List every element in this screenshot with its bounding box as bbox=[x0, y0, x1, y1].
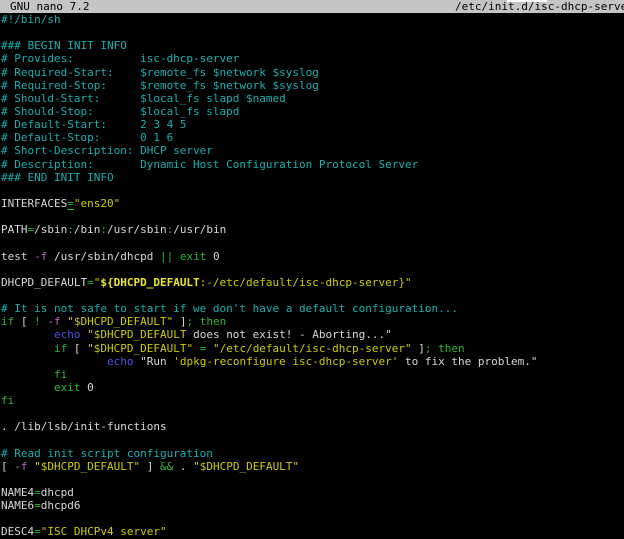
code-line bbox=[1, 473, 624, 486]
code-line: DESC4="ISC DHCPv4 server" bbox=[1, 525, 624, 538]
code-line: [ -f "$DHCPD_DEFAULT" ] && . "$DHCPD_DEF… bbox=[1, 460, 624, 473]
code-line bbox=[1, 26, 624, 39]
code-line: test -f /usr/sbin/dhcpd || exit 0 bbox=[1, 250, 624, 263]
nano-app-title: GNU nano 7.2 bbox=[10, 0, 89, 13]
code-line: fi bbox=[1, 368, 624, 381]
code-line: if [ ! -f "$DHCPD_DEFAULT" ]; then bbox=[1, 315, 624, 328]
code-line: . /lib/lsb/init-functions bbox=[1, 420, 624, 433]
code-line: # Read init script configuration bbox=[1, 447, 624, 460]
code-line: # Required-Stop: $remote_fs $network $sy… bbox=[1, 79, 624, 92]
code-line: echo "$DHCPD_DEFAULT does not exist! - A… bbox=[1, 328, 624, 341]
code-line: if [ "$DHCPD_DEFAULT" = "/etc/default/is… bbox=[1, 342, 624, 355]
code-line bbox=[1, 210, 624, 223]
code-line: exit 0 bbox=[1, 381, 624, 394]
code-line: # Default-Start: 2 3 4 5 bbox=[1, 118, 624, 131]
nano-titlebar: GNU nano 7.2 /etc/init.d/isc-dhcp-server bbox=[0, 0, 624, 13]
code-line: NAME6=dhcpd6 bbox=[1, 499, 624, 512]
window-edge-highlight bbox=[507, 0, 547, 2]
code-line: DHCPD_DEFAULT="${DHCPD_DEFAULT:-/etc/def… bbox=[1, 276, 624, 289]
code-line: # Should-Stop: $local_fs slapd bbox=[1, 105, 624, 118]
code-line: ### END INIT INFO bbox=[1, 171, 624, 184]
editor-text-area[interactable]: #!/bin/sh ### BEGIN INIT INFO# Provides:… bbox=[1, 13, 624, 539]
code-line: NAME4=dhcpd bbox=[1, 486, 624, 499]
code-line: INTERFACES="ens20" bbox=[1, 197, 624, 210]
code-line: # Description: Dynamic Host Configuratio… bbox=[1, 158, 624, 171]
code-line: #!/bin/sh bbox=[1, 13, 624, 26]
code-line: # Provides: isc-dhcp-server bbox=[1, 52, 624, 65]
code-line: ### BEGIN INIT INFO bbox=[1, 39, 624, 52]
code-line bbox=[1, 263, 624, 276]
code-line: # Short-Description: DHCP server bbox=[1, 144, 624, 157]
code-line: fi bbox=[1, 394, 624, 407]
code-line: # Default-Stop: 0 1 6 bbox=[1, 131, 624, 144]
code-line: echo "Run 'dpkg-reconfigure isc-dhcp-ser… bbox=[1, 355, 624, 368]
code-line bbox=[1, 184, 624, 197]
code-line bbox=[1, 407, 624, 420]
code-line bbox=[1, 434, 624, 447]
code-line: PATH=/sbin:/bin:/usr/sbin:/usr/bin bbox=[1, 223, 624, 236]
code-line: # It is not safe to start if we don't ha… bbox=[1, 302, 624, 315]
text-cursor: = bbox=[67, 197, 74, 210]
code-line: # Required-Start: $remote_fs $network $s… bbox=[1, 66, 624, 79]
code-line bbox=[1, 236, 624, 249]
code-line: # Should-Start: $local_fs slapd $named bbox=[1, 92, 624, 105]
terminal-screen: GNU nano 7.2 /etc/init.d/isc-dhcp-server… bbox=[0, 0, 624, 539]
code-line bbox=[1, 512, 624, 525]
code-line bbox=[1, 289, 624, 302]
